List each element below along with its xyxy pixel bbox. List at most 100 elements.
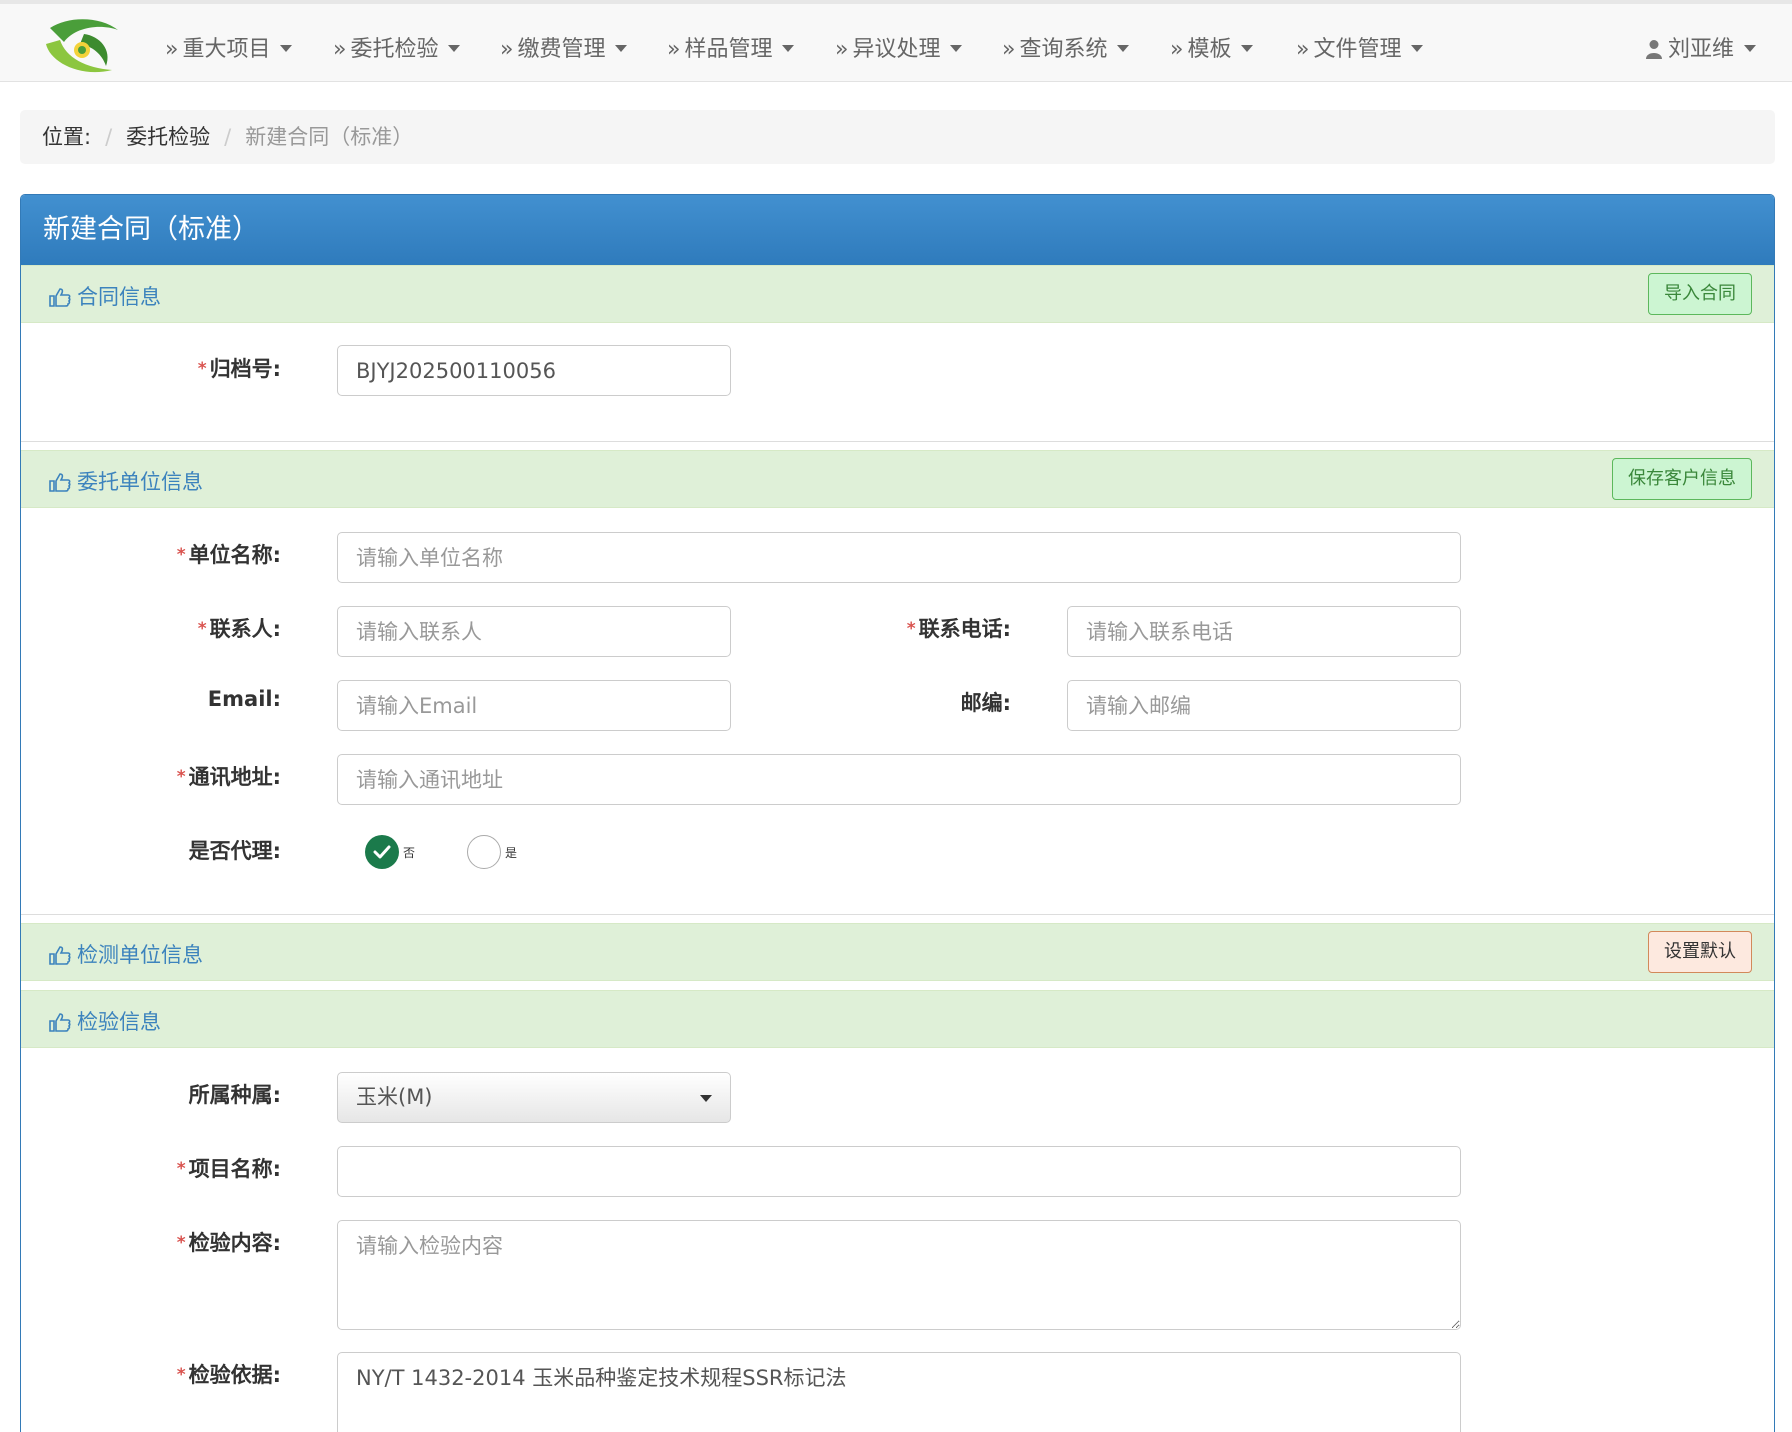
agent-label: 是否代理:	[21, 835, 281, 865]
set-default-button[interactable]: 设置默认	[1648, 931, 1752, 973]
section-title: 委托单位信息	[49, 466, 203, 496]
label-text: 联系人:	[209, 617, 281, 641]
contract-panel: 新建合同（标准） 合同信息 导入合同 *归档号: 委托单位信息 保存客户信息 *…	[20, 194, 1775, 1432]
inspection-content-label: * 检验内容:	[21, 1227, 281, 1257]
import-contract-button[interactable]: 导入合同	[1648, 273, 1752, 315]
nav-file-management[interactable]: » 文件管理	[1296, 31, 1424, 63]
species-label: 所属种属:	[21, 1079, 281, 1109]
email-label: Email:	[21, 687, 281, 711]
section-title: 检测单位信息	[49, 939, 203, 969]
nav-templates[interactable]: » 模板	[1170, 31, 1254, 63]
thumbs-up-icon	[49, 1013, 71, 1032]
zip-input[interactable]	[1067, 680, 1461, 731]
required-marker: *	[176, 767, 186, 787]
label-text: 检验依据:	[188, 1363, 281, 1387]
required-marker: *	[197, 359, 207, 379]
radio-checked-icon	[365, 835, 399, 869]
required-marker: *	[176, 545, 186, 565]
label-text: 单位名称:	[188, 543, 281, 567]
nav-entrusted-inspection[interactable]: » 委托检验	[333, 31, 461, 63]
breadcrumb-position-label: 位置:	[42, 125, 92, 149]
zip-label: 邮编:	[751, 687, 1011, 717]
section-title-text: 检测单位信息	[77, 943, 203, 967]
caret-down-icon	[448, 44, 461, 52]
user-menu[interactable]: 刘亚维	[1645, 31, 1756, 63]
nav-label: 样品管理	[684, 37, 773, 62]
nav-objection-handling[interactable]: » 异议处理	[835, 31, 963, 63]
nav-sample-management[interactable]: » 样品管理	[667, 31, 795, 63]
section-title-text: 委托单位信息	[77, 470, 203, 494]
nav-prefix: »	[500, 37, 514, 62]
required-marker: *	[906, 619, 916, 639]
required-marker: *	[176, 1159, 186, 1179]
page-title: 新建合同（标准）	[21, 195, 1774, 265]
breadcrumb: 位置: / 委托检验 / 新建合同（标准）	[20, 110, 1775, 164]
project-name-input[interactable]	[337, 1146, 1461, 1197]
breadcrumb-link-entrusted-inspection[interactable]: 委托检验	[126, 125, 210, 149]
label-text: 检验内容:	[188, 1231, 281, 1255]
phone-label: * 联系电话:	[751, 613, 1011, 643]
caret-down-icon	[615, 44, 628, 52]
caret-down-icon	[782, 44, 795, 52]
nav-label: 异议处理	[852, 37, 941, 62]
nav-label: 模板	[1187, 37, 1232, 62]
radio-unchecked-icon	[467, 835, 501, 869]
nav-label: 重大项目	[182, 37, 271, 62]
nav-prefix: »	[835, 37, 849, 62]
project-name-label: * 项目名称:	[21, 1153, 281, 1183]
unit-name-label: * 单位名称:	[21, 539, 281, 569]
address-input[interactable]	[337, 754, 1461, 805]
agent-radio-yes[interactable]: 是	[467, 835, 517, 869]
caret-down-icon	[1744, 44, 1756, 52]
radio-label: 是	[505, 845, 518, 860]
caret-down-icon	[280, 44, 293, 52]
nav-query-system[interactable]: » 查询系统	[1002, 31, 1130, 63]
contact-input[interactable]	[337, 606, 731, 657]
archive-number-label-row: * 归档号:	[21, 353, 281, 383]
section-inspection-info: 检验信息	[21, 990, 1774, 1048]
nav-major-projects[interactable]: » 重大项目	[165, 31, 293, 63]
section-title: 合同信息	[49, 281, 161, 311]
nav-prefix: »	[1170, 37, 1184, 62]
top-navbar: » 重大项目 » 委托检验 » 缴费管理 » 样品管理 » 异议处理 » 查询系统 » 模板 …	[0, 0, 1792, 82]
save-client-info-button[interactable]: 保存客户信息	[1612, 458, 1752, 500]
logo-icon[interactable]	[40, 14, 122, 78]
label-text: 归档号:	[209, 357, 281, 381]
email-input[interactable]	[337, 680, 731, 731]
user-icon	[1645, 40, 1662, 59]
section-divider	[21, 441, 1774, 442]
species-select[interactable]: 玉米(M)	[337, 1072, 731, 1123]
breadcrumb-current: 新建合同（标准）	[245, 125, 414, 149]
caret-down-icon	[1411, 44, 1424, 52]
label-text: 是否代理:	[188, 839, 281, 863]
inspection-basis-textarea[interactable]: NY/T 1432-2014 玉米品种鉴定技术规程SSR标记法	[337, 1352, 1461, 1432]
caret-down-icon	[1241, 44, 1254, 52]
contact-label: * 联系人:	[21, 613, 281, 643]
nav-label: 查询系统	[1019, 37, 1108, 62]
nav-label: 委托检验	[350, 37, 439, 62]
label-text: 项目名称:	[188, 1157, 281, 1181]
inspection-content-textarea[interactable]	[337, 1220, 1461, 1330]
agent-radio-no[interactable]: 否	[365, 835, 415, 869]
unit-name-input[interactable]	[337, 532, 1461, 583]
nav-label: 缴费管理	[517, 37, 606, 62]
nav-label: 文件管理	[1313, 37, 1402, 62]
label-text: 通讯地址:	[188, 765, 281, 789]
label-text: 所属种属:	[188, 1083, 281, 1107]
user-name: 刘亚维	[1667, 37, 1734, 62]
nav-prefix: »	[1002, 37, 1016, 62]
section-divider	[21, 914, 1774, 915]
thumbs-up-icon	[49, 946, 71, 965]
radio-label: 否	[403, 845, 416, 860]
check-icon	[373, 845, 391, 859]
caret-down-icon	[950, 44, 963, 52]
nav-payment-management[interactable]: » 缴费管理	[500, 31, 628, 63]
section-contract-info: 合同信息 导入合同	[21, 265, 1774, 323]
thumbs-up-icon	[49, 473, 71, 492]
required-marker: *	[197, 619, 207, 639]
section-lab-info: 检测单位信息 设置默认	[21, 923, 1774, 981]
phone-input[interactable]	[1067, 606, 1461, 657]
required-marker: *	[176, 1233, 186, 1253]
archive-number-input[interactable]	[337, 345, 731, 396]
section-title-text: 检验信息	[77, 1010, 161, 1034]
